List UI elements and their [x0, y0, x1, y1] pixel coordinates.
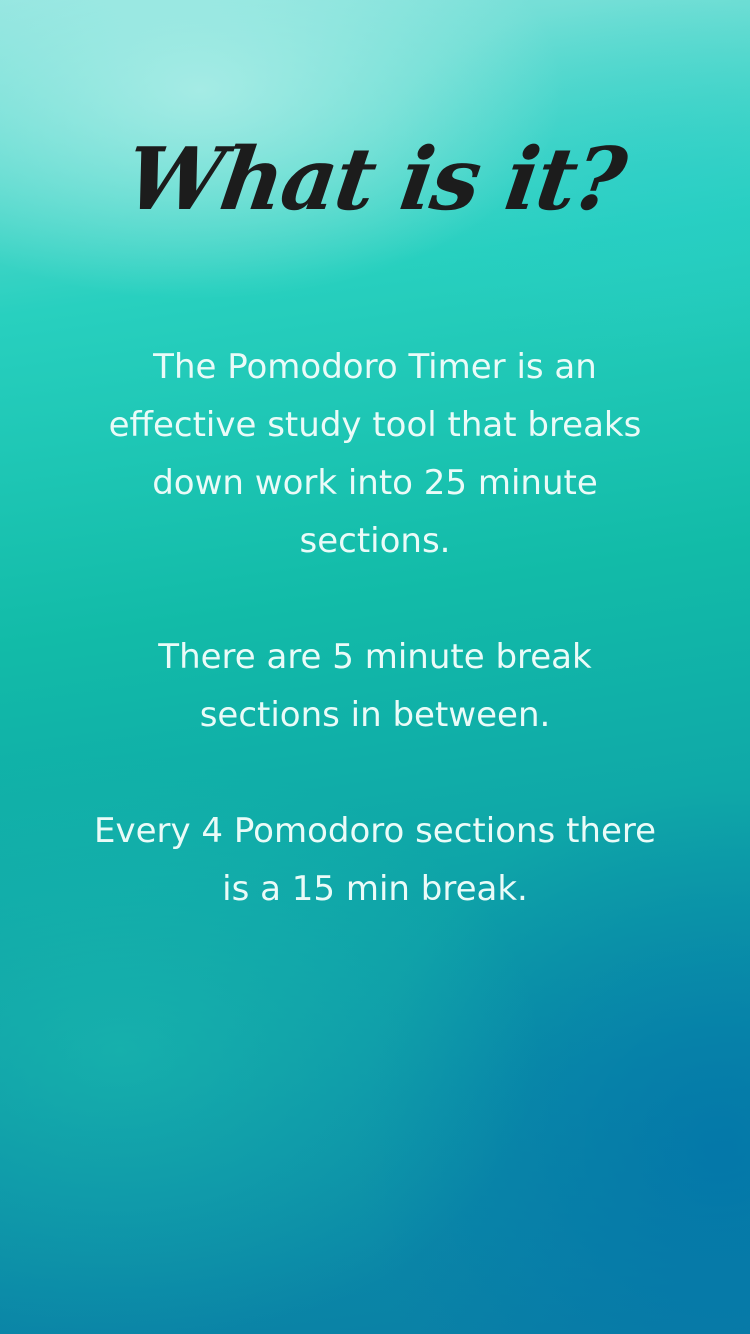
page-title: What is it?: [119, 129, 631, 230]
paragraph-long-break: Every 4 Pomodoro sections there is a 15 …: [93, 811, 657, 909]
paragraph-overview: The Pomodoro Timer is an effective study…: [108, 347, 642, 561]
description-text: The Pomodoro Timer is an effective study…: [85, 338, 665, 918]
paragraph-short-break: There are 5 minute break sections in bet…: [158, 637, 592, 735]
info-screen: What is it? The Pomodoro Timer is an eff…: [0, 0, 750, 1334]
